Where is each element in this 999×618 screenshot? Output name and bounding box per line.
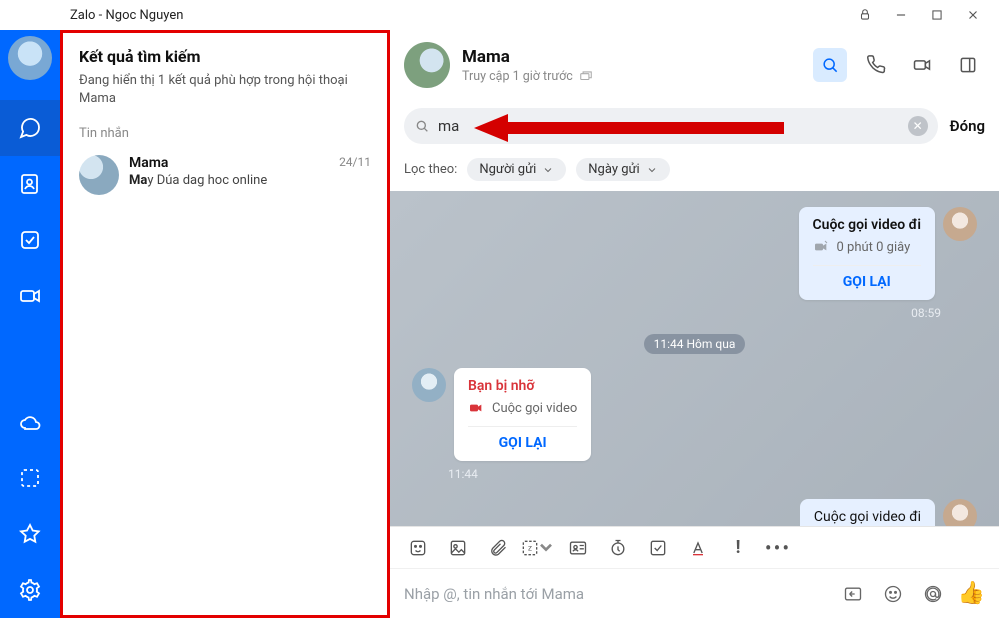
composer: Nhập @, tin nhắn tới Mama 👍 <box>390 568 999 618</box>
msg-meta: Cuộc gọi video <box>468 400 577 416</box>
nav-rail <box>0 30 60 618</box>
search-icon <box>414 118 430 134</box>
screenshot-icon[interactable]: Z <box>520 530 556 566</box>
image-icon[interactable] <box>440 530 476 566</box>
priority-icon[interactable]: ! <box>720 530 756 566</box>
app-name: Zalo <box>70 8 95 23</box>
filter-label: Lọc theo: <box>404 162 457 177</box>
message-incoming[interactable]: Bạn bị nhỡ Cuộc gọi video GỌI LẠI <box>404 368 985 461</box>
chat-search-close[interactable]: Đóng <box>950 117 985 135</box>
videocall-missed-icon <box>468 400 484 416</box>
chat-name: Mama <box>462 47 801 67</box>
avatar <box>412 368 446 402</box>
avatar <box>79 155 119 195</box>
maximize-button[interactable] <box>919 0 955 30</box>
msg-title: Cuộc gọi video đi <box>813 217 922 233</box>
results-section-messages: Tin nhắn <box>79 126 371 141</box>
format-icon[interactable] <box>680 530 716 566</box>
close-button[interactable] <box>955 0 991 30</box>
chat-avatar[interactable] <box>404 42 450 88</box>
minimize-button[interactable] <box>883 0 919 30</box>
nav-messages-icon[interactable] <box>0 100 60 156</box>
search-results-panel: Kết quả tìm kiếm Đang hiển thị 1 kết quả… <box>60 30 390 618</box>
result-name: Mama <box>129 155 168 171</box>
nav-screenshot-icon[interactable] <box>0 450 60 506</box>
titlebar: Zalo - Ngoc Nguyen <box>0 0 999 30</box>
msg-time: 08:59 <box>448 306 941 320</box>
recall-button[interactable]: GỌI LẠI <box>468 426 577 451</box>
task-icon[interactable] <box>640 530 676 566</box>
avatar <box>943 499 977 526</box>
chat-search-box[interactable]: ✕ <box>404 108 938 144</box>
chat-video-button[interactable] <box>905 48 939 82</box>
result-item[interactable]: Mama 24/11 May Dúa dag hoc online <box>79 149 371 201</box>
message-outgoing[interactable]: Cuộc gọi video đi 0 phút 0 giây GỌI LẠI <box>404 207 985 300</box>
composer-toolbar: Z ! ••• <box>390 526 999 568</box>
thumbsup-icon[interactable]: 👍 <box>958 581 985 606</box>
result-date: 24/11 <box>339 155 371 171</box>
recall-button[interactable]: GỌI LẠI <box>813 265 922 290</box>
msg-text: Cuộc gọi video đi <box>800 499 935 526</box>
chevron-down-icon <box>646 164 658 176</box>
my-avatar[interactable] <box>8 36 52 80</box>
titlebar-user: Ngoc Nguyen <box>106 8 184 23</box>
nav-cloud-icon[interactable] <box>0 394 60 450</box>
msg-meta: 0 phút 0 giây <box>813 239 922 255</box>
composer-input[interactable]: Nhập @, tin nhắn tới Mama <box>404 585 828 603</box>
msg-title-missed: Bạn bị nhỡ <box>468 378 577 394</box>
avatar <box>943 207 977 241</box>
filter-sender-chip[interactable]: Người gửi <box>467 158 566 181</box>
messages-area[interactable]: Cuộc gọi video đi 0 phút 0 giây GỌI LẠI … <box>390 191 999 526</box>
chat-search-row: ✕ Đóng <box>390 100 999 152</box>
chat-search-button[interactable] <box>813 48 847 82</box>
chat-sidebar-button[interactable] <box>951 48 985 82</box>
result-snippet: May Dúa dag hoc online <box>129 173 371 188</box>
nav-video-icon[interactable] <box>0 268 60 324</box>
videocall-icon <box>813 239 829 255</box>
contact-card-icon[interactable] <box>560 530 596 566</box>
clear-icon[interactable]: ✕ <box>908 116 928 136</box>
message-outgoing[interactable]: Cuộc gọi video đi <box>404 499 985 526</box>
chat-call-button[interactable] <box>859 48 893 82</box>
attach-icon[interactable] <box>480 530 516 566</box>
svg-text:Z: Z <box>528 544 532 552</box>
nav-contacts-icon[interactable] <box>0 156 60 212</box>
nav-settings-icon[interactable] <box>0 562 60 618</box>
chat-search-input[interactable] <box>438 117 900 135</box>
filter-date-chip[interactable]: Ngày gửi <box>576 158 669 181</box>
chevron-down-icon <box>542 164 554 176</box>
sticker-icon[interactable] <box>400 530 436 566</box>
time-pill: 11:44 Hôm qua <box>644 334 746 354</box>
emoji-icon[interactable] <box>878 579 908 609</box>
mention-icon[interactable] <box>918 579 948 609</box>
nav-star-icon[interactable] <box>0 506 60 562</box>
msg-time: 11:44 <box>448 467 941 481</box>
filter-row: Lọc theo: Người gửi Ngày gửi <box>390 152 999 191</box>
reminder-icon[interactable] <box>600 530 636 566</box>
results-heading: Kết quả tìm kiếm <box>79 47 371 66</box>
lock-icon[interactable] <box>847 0 883 30</box>
chat-status: Truy cập 1 giờ trước <box>462 69 801 84</box>
chat-panel: Mama Truy cập 1 giờ trước ✕ Đóng Lọc the… <box>390 30 999 618</box>
nav-todo-icon[interactable] <box>0 212 60 268</box>
more-icon[interactable]: ••• <box>760 530 796 566</box>
chat-header: Mama Truy cập 1 giờ trước <box>390 30 999 100</box>
quick-reply-icon[interactable] <box>838 579 868 609</box>
results-sub: Đang hiển thị 1 kết quả phù hợp trong hộ… <box>79 72 371 108</box>
